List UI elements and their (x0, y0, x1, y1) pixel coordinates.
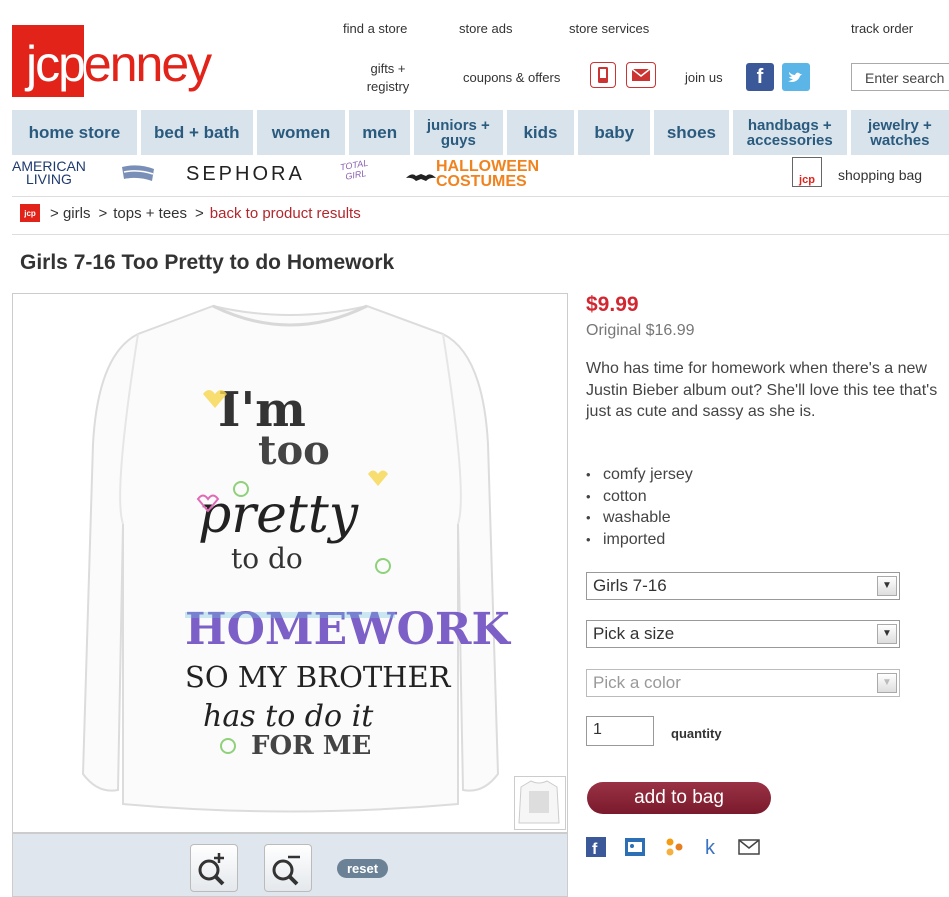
sale-price: $9.99 (586, 293, 639, 316)
size-range-select[interactable]: Girls 7-16 ▼ (586, 572, 900, 600)
chevron-down-icon: ▼ (877, 576, 897, 596)
shirt-text-homework: HOMEWORK (185, 604, 511, 655)
facebook-icon[interactable]: f (746, 63, 774, 91)
search-input[interactable]: Enter search (851, 63, 949, 91)
gifts-registry-link[interactable]: gifts + registry (361, 60, 415, 96)
zoom-toolbar: reset (12, 833, 568, 897)
back-to-results-link[interactable]: back to product results (210, 205, 361, 222)
nav-handbags-accessories[interactable]: handbags + accessories (732, 110, 847, 155)
page-title: Girls 7-16 Too Pretty to do Homework (20, 251, 395, 274)
feature-item: washable (586, 507, 693, 529)
breadcrumb-separator: > (98, 204, 108, 222)
zoom-in-button[interactable] (190, 844, 238, 892)
email-envelope-icon[interactable] (626, 62, 656, 88)
breadcrumb-separator: > (195, 204, 204, 222)
add-to-bag-button[interactable]: add to bag (587, 782, 771, 814)
chevron-down-icon: ▼ (877, 673, 897, 693)
nav-home-store[interactable]: home store (12, 110, 137, 155)
svg-text:f: f (592, 841, 598, 857)
store-ads-link[interactable]: store ads (459, 21, 512, 36)
facebook-share-icon[interactable]: f (586, 837, 606, 862)
breadcrumb-divider (12, 234, 949, 235)
zoom-out-button[interactable] (264, 844, 312, 892)
feature-item: comfy jersey (586, 464, 693, 486)
reset-zoom-button[interactable]: reset (337, 859, 389, 878)
nav-shoes[interactable]: shoes (654, 110, 729, 155)
zoom-in-icon (198, 853, 225, 886)
jcp-home-icon[interactable]: jcp (20, 204, 40, 222)
kaboodle-share-icon[interactable]: k (704, 837, 720, 862)
store-services-link[interactable]: store services (569, 21, 649, 36)
bat-icon (406, 171, 436, 189)
chevron-down-icon: ▼ (877, 624, 897, 644)
share-icons: f k (586, 837, 778, 862)
join-us-label: join us (685, 70, 723, 85)
halloween-costumes-brand[interactable]: HALLOWEEN COSTUMES (436, 159, 539, 190)
breadcrumb-separator: > (50, 204, 59, 222)
feature-list: comfy jersey cotton washable imported (586, 464, 693, 550)
mobile-phone-icon[interactable] (590, 62, 616, 88)
shirt-text-to-do: to do (231, 542, 303, 575)
total-girl-brand[interactable]: TOTAL GIRL (333, 157, 378, 184)
quantity-label: quantity (671, 726, 722, 741)
shirt-text-pretty: pretty (198, 485, 359, 545)
breadcrumb-girls[interactable]: girls (63, 205, 91, 222)
myspace-share-icon[interactable] (624, 837, 646, 862)
nav-bed-bath[interactable]: bed + bath (140, 110, 253, 155)
nav-baby[interactable]: baby (578, 110, 651, 155)
size-select[interactable]: Pick a size ▼ (586, 620, 900, 648)
shopping-bag-link[interactable]: shopping bag (838, 167, 922, 183)
shopping-bag-icon[interactable]: jcp (792, 157, 822, 187)
nav-men[interactable]: men (349, 110, 411, 155)
header-divider (12, 196, 949, 197)
find-a-store-link[interactable]: find a store (343, 21, 407, 36)
breadcrumb-tops-tees[interactable]: tops + tees (113, 205, 187, 222)
color-select[interactable]: Pick a color ▼ (586, 669, 900, 697)
original-price: Original $16.99 (586, 322, 695, 339)
twitter-icon[interactable] (782, 63, 810, 91)
product-description: Who has time for homework when there's a… (586, 360, 938, 420)
american-living-brand[interactable]: AMERICAN LIVING (12, 159, 86, 186)
breadcrumb: jcp > girls > tops + tees > back to prod… (20, 204, 361, 222)
product-thumbnail[interactable] (514, 776, 566, 830)
nav-kids[interactable]: kids (506, 110, 575, 155)
zoom-out-icon (272, 855, 300, 886)
main-nav: home store bed + bath women men juniors … (12, 110, 949, 155)
product-image-panel[interactable]: I'm too pretty to do HOMEWORK SO MY BROT… (12, 293, 568, 833)
shirt-text-for-me: FOR ME (251, 731, 371, 761)
email-share-icon[interactable] (738, 839, 760, 860)
nav-jewelry-watches[interactable]: jewelry + watches (850, 110, 949, 155)
coupons-offers-link[interactable]: coupons & offers (463, 70, 560, 85)
svg-text:k: k (705, 837, 716, 857)
jcpenney-logo[interactable]: jcpenney (12, 25, 220, 97)
feature-item: cotton (586, 486, 693, 508)
quantity-input[interactable]: 1 (586, 716, 654, 746)
tshirt-image: I'm too pretty to do HOMEWORK SO MY BROT… (81, 304, 511, 813)
share-dots-icon[interactable] (664, 837, 686, 862)
sephora-brand[interactable]: SEPHORA (186, 163, 305, 186)
american-flag-icon (120, 163, 156, 188)
shirt-text-too: too (258, 427, 330, 474)
track-order-link[interactable]: track order (851, 21, 913, 36)
nav-women[interactable]: women (256, 110, 346, 155)
nav-juniors-guys[interactable]: juniors + guys (414, 110, 503, 155)
shirt-text-so-my-brother: SO MY BROTHER (185, 660, 452, 694)
shirt-text-has-to-do-it: has to do it (203, 699, 374, 734)
feature-item: imported (586, 529, 693, 551)
